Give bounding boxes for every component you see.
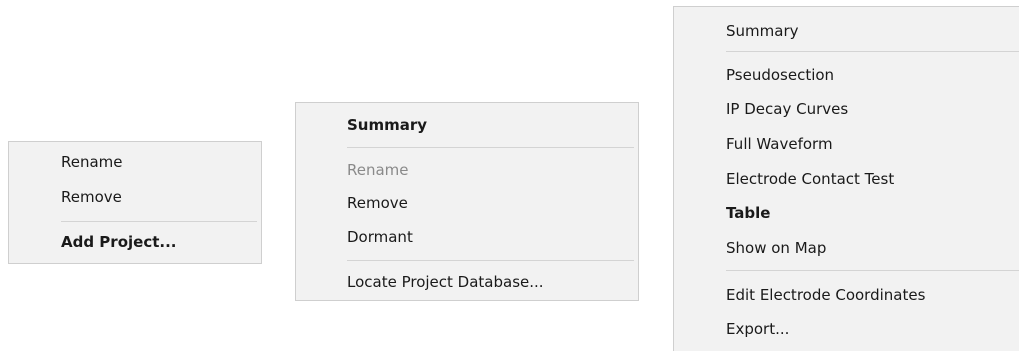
menu-item-add-project[interactable]: Add Project... <box>9 229 261 255</box>
menu-item-table[interactable]: Table <box>674 200 1019 226</box>
menu-item-summary[interactable]: Summary <box>296 112 638 138</box>
menu-item-summary[interactable]: Summary <box>674 18 1019 44</box>
menu-separator <box>726 51 1019 52</box>
menu-item-electrode-contact-test[interactable]: Electrode Contact Test <box>674 166 1019 192</box>
menu-item-export[interactable]: Export... <box>674 316 1019 342</box>
menu-item-rename-disabled: Rename <box>347 161 409 179</box>
menu-item-pseudosection[interactable]: Pseudosection <box>674 62 1019 88</box>
menu-item-rename[interactable]: Rename <box>9 149 261 175</box>
menu-separator <box>347 147 634 148</box>
menu-item-remove[interactable]: Remove <box>9 184 261 210</box>
menu-separator <box>726 270 1019 271</box>
context-menu-dataset: Summary Pseudosection IP Decay Curves Fu… <box>673 6 1019 351</box>
menu-separator <box>347 260 634 261</box>
menu-separator <box>61 221 257 222</box>
context-menu-project: Summary Rename Remove Dormant Locate Pro… <box>295 102 639 301</box>
menu-item-locate-project-database[interactable]: Locate Project Database... <box>296 269 638 295</box>
menu-item-dormant[interactable]: Dormant <box>296 224 638 250</box>
menu-item-edit-electrode-coordinates[interactable]: Edit Electrode Coordinates <box>674 282 1019 308</box>
menu-item-full-waveform[interactable]: Full Waveform <box>674 131 1019 157</box>
context-menu-project-list: Rename Remove Add Project... <box>8 141 262 264</box>
menu-item-remove[interactable]: Remove <box>296 190 638 216</box>
menu-item-ip-decay-curves[interactable]: IP Decay Curves <box>674 96 1019 122</box>
menu-item-show-on-map[interactable]: Show on Map <box>674 235 1019 261</box>
